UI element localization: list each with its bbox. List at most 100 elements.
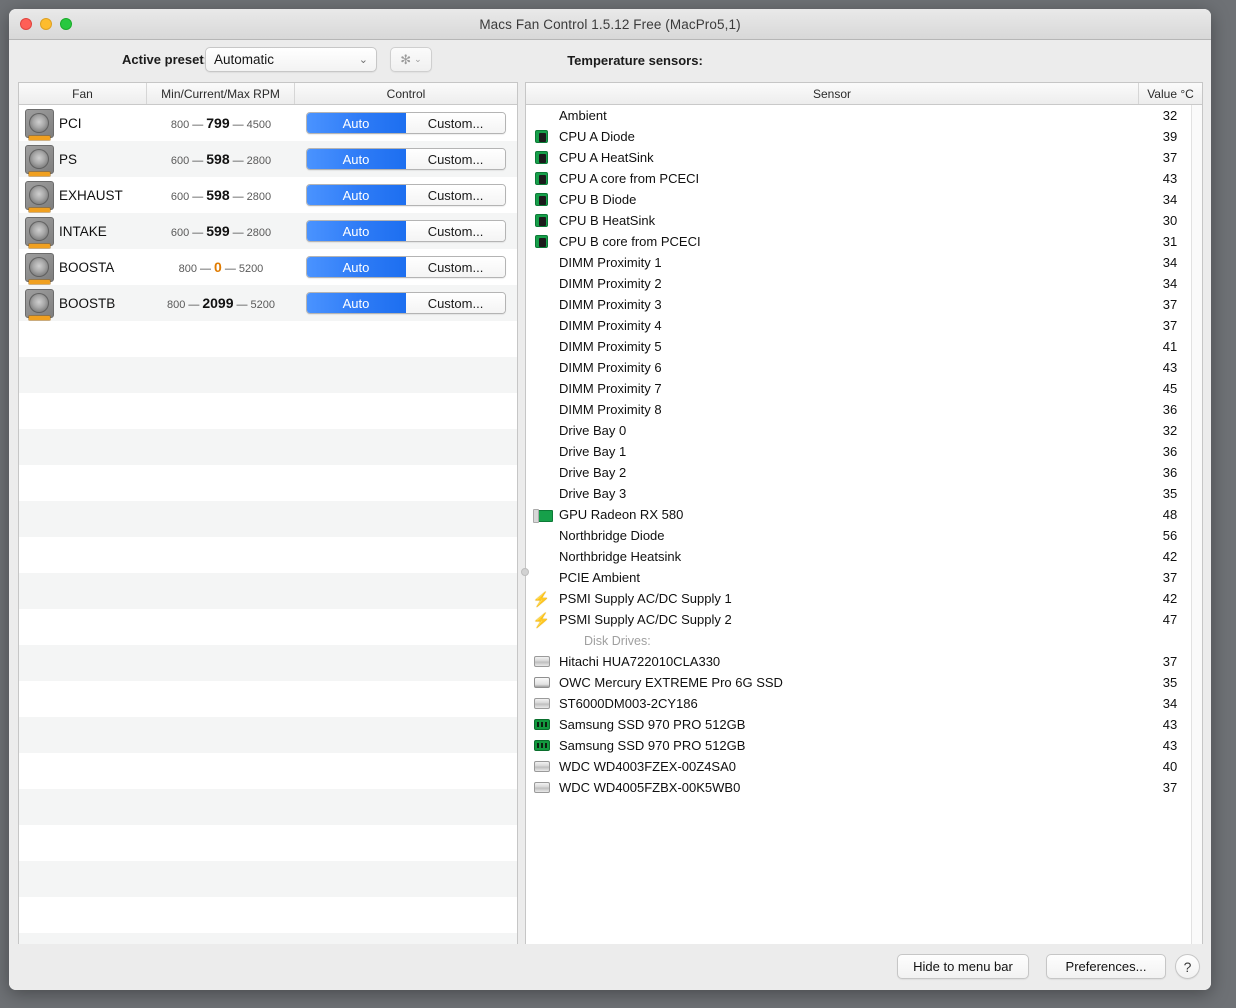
fan-mode-auto-option[interactable]: Auto	[307, 185, 406, 205]
window-titlebar: Macs Fan Control 1.5.12 Free (MacPro5,1)	[9, 9, 1211, 40]
sensor-row[interactable]: OWC Mercury EXTREME Pro 6G SSD 35	[526, 672, 1202, 693]
fan-row[interactable]: PCI 800—799—4500 Auto Custom...	[19, 105, 517, 141]
sensor-icon-cell	[526, 782, 557, 793]
fan-rpm-range: 800—2099—5200	[167, 295, 275, 311]
help-button[interactable]: ?	[1175, 954, 1200, 979]
fan-current-rpm: 598	[206, 151, 230, 167]
sensor-icon-cell	[526, 761, 557, 772]
sensor-row[interactable]: Ambient 32	[526, 105, 1202, 126]
fan-mode-segmented-control[interactable]: Auto Custom...	[306, 148, 506, 170]
sensor-name: PCIE Ambient	[559, 570, 640, 585]
sensor-row[interactable]: Northbridge Diode 56	[526, 525, 1202, 546]
table-row-filler	[19, 717, 517, 753]
sensor-row[interactable]: CPU A HeatSink 37	[526, 147, 1202, 168]
fan-mode-custom-option[interactable]: Custom...	[406, 113, 505, 133]
cpu-chip-icon	[535, 151, 548, 164]
preferences-button[interactable]: Preferences...	[1046, 954, 1166, 979]
fan-mode-custom-option[interactable]: Custom...	[406, 221, 505, 241]
fan-mode-custom-option[interactable]: Custom...	[406, 257, 505, 277]
sensor-row[interactable]: Samsung SSD 970 PRO 512GB 43	[526, 714, 1202, 735]
fan-row[interactable]: BOOSTA 800—0—5200 Auto Custom...	[19, 249, 517, 285]
sensor-row[interactable]: DIMM Proximity 8 36	[526, 399, 1202, 420]
value-column-header[interactable]: Value °C	[1138, 83, 1202, 104]
sensor-row[interactable]: DIMM Proximity 6 43	[526, 357, 1202, 378]
table-row-filler	[19, 681, 517, 717]
maximize-icon[interactable]	[60, 18, 72, 30]
fan-icon-cell	[19, 144, 59, 176]
sensor-row[interactable]: Drive Bay 2 36	[526, 462, 1202, 483]
pane-splitter-handle[interactable]	[521, 568, 529, 576]
sensor-row[interactable]: WDC WD4003FZEX-00Z4SA0 40	[526, 756, 1202, 777]
fan-mode-segmented-control[interactable]: Auto Custom...	[306, 184, 506, 206]
sensor-name: CPU A HeatSink	[559, 150, 654, 165]
sensor-row[interactable]: GPU Radeon RX 580 48	[526, 504, 1202, 525]
sensor-row[interactable]: DIMM Proximity 3 37	[526, 294, 1202, 315]
fan-mode-auto-option[interactable]: Auto	[307, 221, 406, 241]
sensor-row[interactable]: Northbridge Heatsink 42	[526, 546, 1202, 567]
sensor-row[interactable]: DIMM Proximity 2 34	[526, 273, 1202, 294]
sensor-row[interactable]: ⚡ PSMI Supply AC/DC Supply 1 42	[526, 588, 1202, 609]
hide-to-menu-bar-button[interactable]: Hide to menu bar	[897, 954, 1029, 979]
fan-mode-segmented-control[interactable]: Auto Custom...	[306, 256, 506, 278]
fan-mode-auto-option[interactable]: Auto	[307, 293, 406, 313]
sensor-icon-cell	[526, 214, 557, 227]
fan-icon	[24, 252, 54, 284]
sensor-icon-cell	[526, 656, 557, 667]
sensor-icon-cell	[526, 677, 557, 688]
sensor-row[interactable]: Drive Bay 0 32	[526, 420, 1202, 441]
sensor-row[interactable]: PCIE Ambient 37	[526, 567, 1202, 588]
sensor-row[interactable]: CPU B Diode 34	[526, 189, 1202, 210]
fan-icon	[24, 180, 54, 212]
fan-mode-auto-option[interactable]: Auto	[307, 257, 406, 277]
sensor-icon-cell	[526, 719, 557, 730]
sensor-row[interactable]: DIMM Proximity 5 41	[526, 336, 1202, 357]
toolbar: Active preset: Automatic ⌄ ✻ ⌄ Temperatu…	[9, 40, 1211, 82]
fan-mode-segmented-control[interactable]: Auto Custom...	[306, 112, 506, 134]
fan-mode-custom-option[interactable]: Custom...	[406, 293, 505, 313]
nvme-ssd-icon	[533, 740, 550, 751]
fan-column-header[interactable]: Fan	[19, 83, 146, 104]
sensor-row[interactable]: WDC WD4005FZBX-00K5WB0 37	[526, 777, 1202, 798]
sensor-row[interactable]: DIMM Proximity 4 37	[526, 315, 1202, 336]
sensor-row[interactable]: DIMM Proximity 7 45	[526, 378, 1202, 399]
sensor-name: Ambient	[559, 108, 607, 123]
fan-mode-auto-option[interactable]: Auto	[307, 113, 406, 133]
fan-mode-segmented-control[interactable]: Auto Custom...	[306, 220, 506, 242]
control-column-header[interactable]: Control	[294, 83, 517, 104]
sensor-name: ST6000DM003-2CY186	[559, 696, 698, 711]
fan-mode-custom-option[interactable]: Custom...	[406, 149, 505, 169]
sensor-row[interactable]: DIMM Proximity 1 34	[526, 252, 1202, 273]
fan-control-cell: Auto Custom...	[295, 220, 517, 242]
sensor-icon-cell	[526, 193, 557, 206]
fan-row[interactable]: PS 600—598—2800 Auto Custom...	[19, 141, 517, 177]
sensor-list-scrollbar[interactable]	[1191, 105, 1202, 952]
fan-mode-segmented-control[interactable]: Auto Custom...	[306, 292, 506, 314]
table-row-filler	[526, 882, 1202, 903]
sensor-name: Samsung SSD 970 PRO 512GB	[559, 717, 746, 732]
sensor-row[interactable]: CPU B core from PCECI 31	[526, 231, 1202, 252]
sensor-row[interactable]: Hitachi HUA722010CLA330 37	[526, 651, 1202, 672]
sensor-name: Hitachi HUA722010CLA330	[559, 654, 721, 669]
sensor-row[interactable]: ⚡ PSMI Supply AC/DC Supply 2 47	[526, 609, 1202, 630]
sensor-name: Disk Drives:	[584, 633, 651, 648]
sensor-column-header[interactable]: Sensor	[526, 83, 1138, 104]
close-icon[interactable]	[20, 18, 32, 30]
table-row-filler	[526, 840, 1202, 861]
sensor-row[interactable]: Drive Bay 3 35	[526, 483, 1202, 504]
sensor-row[interactable]: Samsung SSD 970 PRO 512GB 43	[526, 735, 1202, 756]
sensor-icon-cell	[526, 172, 557, 185]
sensor-row[interactable]: CPU B HeatSink 30	[526, 210, 1202, 231]
fan-mode-auto-option[interactable]: Auto	[307, 149, 406, 169]
fan-row[interactable]: INTAKE 600—599—2800 Auto Custom...	[19, 213, 517, 249]
sensor-row[interactable]: CPU A Diode 39	[526, 126, 1202, 147]
sensor-row[interactable]: CPU A core from PCECI 43	[526, 168, 1202, 189]
fan-mode-custom-option[interactable]: Custom...	[406, 185, 505, 205]
rpm-column-header[interactable]: Min/Current/Max RPM	[146, 83, 294, 104]
minimize-icon[interactable]	[40, 18, 52, 30]
sensor-row[interactable]: Drive Bay 1 36	[526, 441, 1202, 462]
fan-control-cell: Auto Custom...	[295, 112, 517, 134]
fan-row[interactable]: BOOSTB 800—2099—5200 Auto Custom...	[19, 285, 517, 321]
nvme-ssd-icon	[533, 719, 550, 730]
sensor-row[interactable]: ST6000DM003-2CY186 34	[526, 693, 1202, 714]
fan-row[interactable]: EXHAUST 600—598—2800 Auto Custom...	[19, 177, 517, 213]
